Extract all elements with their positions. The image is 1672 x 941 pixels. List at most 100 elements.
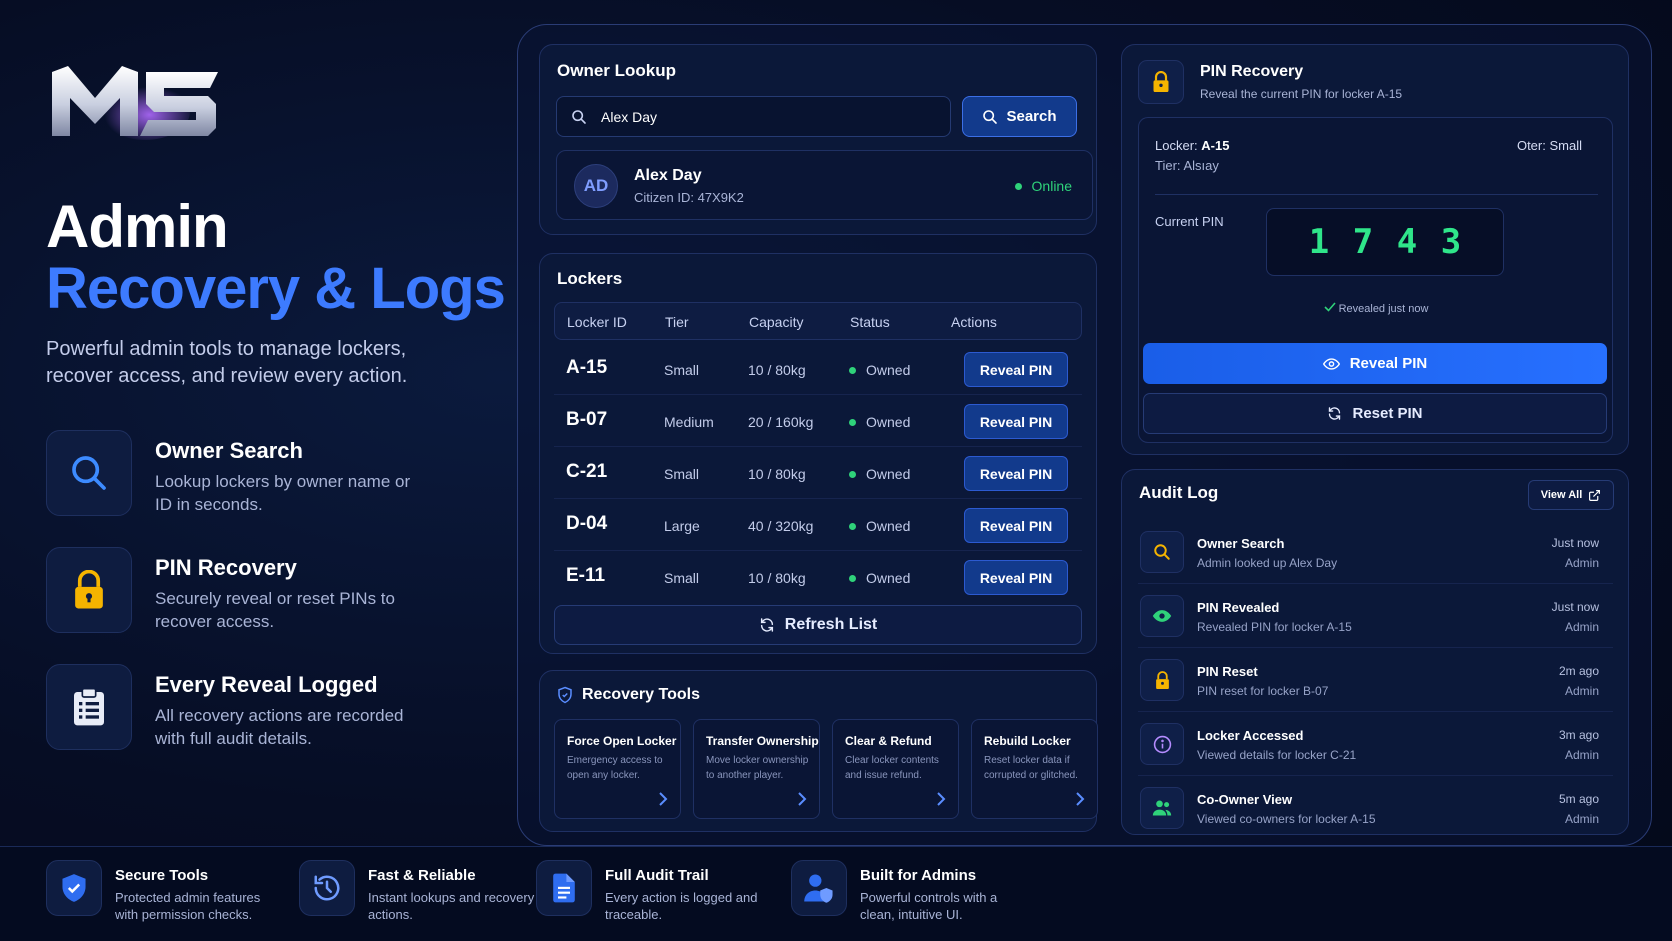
locker-capacity: 10 / 80kg — [748, 466, 806, 482]
feature-title: Owner Search — [155, 438, 303, 463]
revealed-note-text: Revealed just now — [1338, 303, 1429, 315]
locker-tier: Medium — [664, 414, 714, 430]
users-icon — [1140, 787, 1184, 829]
locker-capacity: 10 / 80kg — [748, 570, 806, 586]
locker-tier: Small — [664, 466, 700, 482]
tool-title: Clear & Refund — [845, 734, 932, 748]
tool-clear-and-refund[interactable]: Clear & Refund Clear locker contents and… — [832, 719, 959, 819]
recovery-tools-card: Recovery Tools Force Open Locker Emergen… — [539, 670, 1098, 832]
tool-desc: Emergency access to open any locker. — [567, 755, 663, 781]
locker-status: Owned — [849, 518, 910, 534]
pin-digit: 7 — [1352, 222, 1374, 262]
other-info: Otеr: Small — [1517, 138, 1582, 153]
feature-title: Every Reveal Logged — [155, 672, 378, 697]
tool-desc: Reset locker data if corrupted or glitch… — [984, 755, 1078, 781]
lock-icon — [46, 547, 132, 633]
lock-icon — [1138, 60, 1184, 104]
audit-title: Owner Search — [1197, 536, 1285, 551]
reset-pin-button[interactable]: Reset PIN — [1143, 393, 1607, 434]
pin-digit: 3 — [1440, 222, 1462, 262]
audit-title: PIN Revealed — [1197, 600, 1280, 615]
audit-time: 3m ago — [1558, 728, 1599, 742]
footer-desc: Protected admin features with permission… — [115, 890, 261, 922]
status-text: Owned — [866, 362, 911, 378]
column-header: Tier — [665, 314, 689, 330]
footer-title: Full Audit Trail — [605, 867, 709, 884]
card-title: Recovery Tools — [582, 686, 700, 703]
chevron-right-icon — [937, 792, 946, 806]
reveal-pin-button[interactable]: Reveal PIN — [964, 404, 1068, 439]
locker-value: A-15 — [1201, 138, 1230, 153]
other-value: Small — [1549, 138, 1582, 153]
reveal-pin-button[interactable]: Reveal PIN — [964, 456, 1068, 491]
reveal-pin-button[interactable]: Reveal PIN — [964, 508, 1068, 543]
table-row: E-11 Small 10 / 80kg Owned Reveal PIN — [554, 552, 1082, 603]
feature-desc: Lookup lockers by owner name or ID in se… — [155, 472, 411, 514]
ms-logo — [50, 64, 220, 144]
other-label: Otеr: — [1516, 138, 1546, 153]
feature-title: PIN Recovery — [155, 555, 297, 580]
reveal-pin-primary-button[interactable]: Reveal PIN — [1143, 343, 1607, 384]
search-button-label: Search — [1006, 108, 1057, 125]
owner-result[interactable]: AD Alex Day Citizen ID: 47X9K2 Online — [556, 150, 1093, 220]
refresh-list-label: Refresh List — [784, 616, 878, 633]
locker-id: D-04 — [566, 513, 608, 534]
chevron-right-icon — [659, 792, 668, 806]
footer-title: Built for Admins — [860, 867, 977, 884]
locker-status: Owned — [849, 414, 910, 430]
status-dot-icon — [849, 522, 856, 530]
audit-entry[interactable]: Co-Owner View Viewed co-owners for locke… — [1138, 776, 1613, 840]
audit-actor: Admin — [1564, 620, 1599, 634]
tool-title: Transfer Ownership — [706, 734, 819, 748]
refresh-list-button[interactable]: Refresh List — [554, 605, 1082, 645]
admin-user-icon — [791, 860, 847, 916]
owner-search-input[interactable]: Alex Day — [556, 96, 951, 137]
audit-entry[interactable]: PIN Revealed Revealed PIN for locker A-1… — [1138, 584, 1613, 648]
status-text: Owned — [866, 414, 911, 430]
tool-title: Rebuild Locker — [984, 734, 1071, 748]
status-text: Owned — [866, 466, 911, 482]
info-icon — [1140, 723, 1184, 765]
hero-title: Admin — [46, 193, 229, 260]
audit-entry[interactable]: PIN Reset PIN reset for locker B-07 2m a… — [1138, 648, 1613, 712]
revealed-note: Revealed just now — [1122, 302, 1630, 315]
audit-title: Locker Accessed — [1197, 728, 1304, 743]
reveal-pin-button[interactable]: Reveal PIN — [964, 352, 1068, 387]
search-button[interactable]: Search — [962, 96, 1077, 137]
audit-entry[interactable]: Owner Search Admin looked up Alex Day Ju… — [1138, 520, 1613, 584]
locker-status: Owned — [849, 466, 910, 482]
status-dot-icon — [849, 366, 856, 374]
owner-lookup-card: Owner Lookup Alex Day Search AD Alex Day… — [539, 44, 1097, 235]
audit-desc: Viewed co-owners for locker A-15 — [1197, 812, 1376, 826]
locker-label: Locker: — [1155, 138, 1198, 153]
feature-owner-search: Owner Search Lookup lockers by owner nam… — [46, 430, 486, 518]
reveal-pin-button[interactable]: Reveal PIN — [964, 560, 1068, 595]
feature-desc: All recovery actions are recorded with f… — [155, 706, 404, 748]
column-header: Status — [850, 314, 890, 330]
shield-icon — [558, 686, 572, 704]
lock-icon — [1140, 659, 1184, 701]
audit-desc: PIN reset for locker B-07 — [1197, 684, 1329, 698]
tier-value: Alsıay — [1183, 158, 1219, 173]
tool-rebuild-locker[interactable]: Rebuild Locker Reset locker data if corr… — [971, 719, 1098, 819]
locker-capacity: 20 / 160kg — [748, 414, 814, 430]
locker-capacity: 40 / 320kg — [748, 518, 814, 534]
feature-every-reveal-logged: Every Reveal Logged All recovery actions… — [46, 664, 486, 752]
status-dot-icon — [849, 574, 856, 582]
view-all-button[interactable]: View All — [1528, 480, 1614, 510]
reveal-pin-label: Reveal PIN — [1349, 355, 1428, 372]
audit-entry[interactable]: Locker Accessed Viewed details for locke… — [1138, 712, 1613, 776]
tool-force-open-locker[interactable]: Force Open Locker Emergency access to op… — [554, 719, 681, 819]
chevron-right-icon — [798, 792, 807, 806]
locker-id: C-21 — [566, 461, 608, 482]
refresh-icon — [760, 618, 773, 632]
tool-transfer-ownership[interactable]: Transfer Ownership Move locker ownership… — [693, 719, 820, 819]
external-link-icon — [1589, 489, 1601, 501]
divider — [1155, 194, 1598, 195]
locker-tier: Small — [664, 362, 700, 378]
footer-bar: Secure Tools Protected admin features wi… — [0, 846, 1672, 941]
pin-recovery-card: PIN Recovery Reveal the current PIN for … — [1121, 44, 1629, 455]
search-icon — [572, 110, 586, 124]
pin-digit: 1 — [1308, 222, 1330, 262]
search-icon — [1140, 531, 1184, 573]
